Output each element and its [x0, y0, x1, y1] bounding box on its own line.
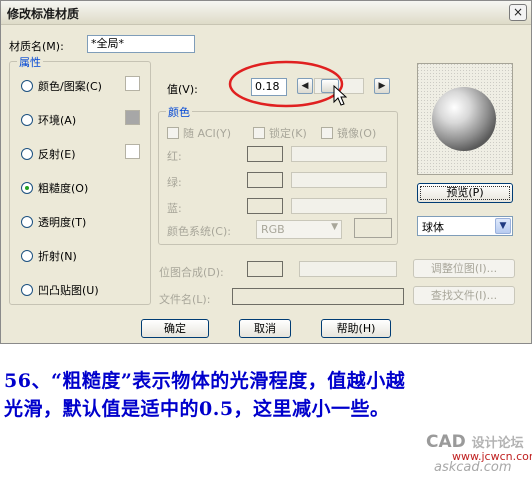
watermark-cn-text: 设计论坛	[471, 436, 524, 451]
close-button[interactable]: ×	[509, 4, 527, 21]
value-label: 值(V):	[167, 83, 198, 96]
radio-transparency[interactable]: 透明度(T)	[21, 214, 86, 230]
cancel-button[interactable]: 取消	[239, 319, 291, 338]
checkbox[interactable]	[321, 127, 333, 139]
checkbox-label: 随 ACI(Y)	[183, 127, 232, 140]
caption-line-2: 光滑，默认值是适中的0.5，这里减小一些。	[4, 398, 390, 420]
mouse-cursor-icon	[333, 85, 347, 106]
watermark-logo-text: CAD	[426, 432, 466, 452]
blue-slider[interactable]	[291, 198, 387, 214]
lock-checkbox[interactable]: 锁定(K)	[253, 125, 307, 141]
close-icon: ×	[512, 5, 524, 19]
help-button[interactable]: 帮助(H)	[321, 319, 391, 338]
color-pattern-swatch[interactable]	[125, 76, 140, 91]
radio-refraction[interactable]: 折射(N)	[21, 248, 77, 264]
bitmap-blend-label: 位图合成(D):	[159, 266, 224, 279]
radio-label: 粗糙度(O)	[38, 182, 89, 195]
blue-label: 蓝:	[167, 202, 182, 215]
watermark-logo: CAD 设计论坛	[426, 432, 524, 452]
red-slider[interactable]	[291, 146, 387, 162]
radio-button[interactable]	[21, 216, 33, 228]
color-group-title: 颜色	[166, 104, 192, 120]
radio-button-selected[interactable]	[21, 182, 33, 194]
radio-label: 凹凸贴图(U)	[38, 284, 99, 297]
watermark-url-2: askcad.com	[434, 460, 512, 475]
radio-bump-map[interactable]: 凹凸贴图(U)	[21, 282, 99, 298]
material-dialog: 修改标准材质 × 材质名(M): *全局* 属性 颜色/图案(C) 环境(A) …	[0, 0, 532, 344]
radio-button[interactable]	[21, 148, 33, 160]
sphere-preview	[418, 64, 512, 174]
attributes-group-title: 属性	[17, 54, 43, 70]
radio-label: 环境(A)	[38, 114, 77, 127]
radio-button[interactable]	[21, 284, 33, 296]
radio-label: 透明度(T)	[38, 216, 87, 229]
color-system-select[interactable]: RGB ▼	[256, 220, 342, 239]
red-label: 红:	[167, 150, 182, 163]
chevron-down-icon: ▼	[331, 222, 338, 232]
material-name-field[interactable]: *全局*	[87, 35, 195, 53]
window-title: 修改标准材质	[7, 7, 80, 21]
preview-shape-value: 球体	[422, 221, 444, 234]
bitmap-blend-slider[interactable]	[299, 261, 397, 277]
chevron-down-icon[interactable]: ▼	[495, 218, 511, 234]
checkbox[interactable]	[253, 127, 265, 139]
checkbox[interactable]	[167, 127, 179, 139]
arrow-right-icon: ▶	[378, 81, 386, 91]
color-system-value: RGB	[261, 223, 285, 236]
red-value-box[interactable]	[247, 146, 283, 162]
caption-line-1: 56、“粗糙度”表示物体的光滑程度，值越小越	[4, 370, 406, 392]
radio-label: 颜色/图案(C)	[38, 80, 102, 93]
preview-area	[417, 63, 513, 175]
radio-button[interactable]	[21, 80, 33, 92]
ok-button[interactable]: 确定	[141, 319, 209, 338]
preview-button[interactable]: 预览(P)	[417, 183, 513, 203]
find-file-button[interactable]: 查找文件(I)...	[413, 286, 515, 305]
preview-shape-select[interactable]: 球体 ▼	[417, 216, 513, 236]
radio-color-pattern[interactable]: 颜色/图案(C)	[21, 78, 102, 94]
adjust-bitmap-button[interactable]: 调整位图(I)...	[413, 259, 515, 278]
color-system-label: 颜色系统(C):	[167, 225, 231, 238]
by-aci-checkbox[interactable]: 随 ACI(Y)	[167, 125, 231, 141]
file-name-label: 文件名(L):	[159, 293, 211, 306]
checkbox-label: 锁定(K)	[269, 127, 307, 140]
radio-ambient[interactable]: 环境(A)	[21, 112, 76, 128]
color-system-swatch[interactable]	[354, 218, 392, 238]
radio-button[interactable]	[21, 114, 33, 126]
title-bar[interactable]: 修改标准材质 ×	[1, 1, 531, 25]
value-increase-button[interactable]: ▶	[374, 78, 390, 94]
bitmap-blend-value-box[interactable]	[247, 261, 283, 277]
radio-label: 折射(N)	[38, 250, 77, 263]
reflection-swatch[interactable]	[125, 144, 140, 159]
green-value-box[interactable]	[247, 172, 283, 188]
mirror-checkbox[interactable]: 镜像(O)	[321, 125, 376, 141]
radio-button[interactable]	[21, 250, 33, 262]
file-name-field[interactable]	[232, 288, 404, 305]
ambient-swatch[interactable]	[125, 110, 140, 125]
radio-roughness[interactable]: 粗糙度(O)	[21, 180, 88, 196]
material-name-label: 材质名(M):	[9, 40, 64, 53]
blue-value-box[interactable]	[247, 198, 283, 214]
radio-reflection[interactable]: 反射(E)	[21, 146, 76, 162]
radio-label: 反射(E)	[38, 148, 76, 161]
checkbox-label: 镜像(O)	[337, 127, 377, 140]
green-slider[interactable]	[291, 172, 387, 188]
green-label: 绿:	[167, 176, 182, 189]
highlight-ellipse	[228, 60, 344, 108]
